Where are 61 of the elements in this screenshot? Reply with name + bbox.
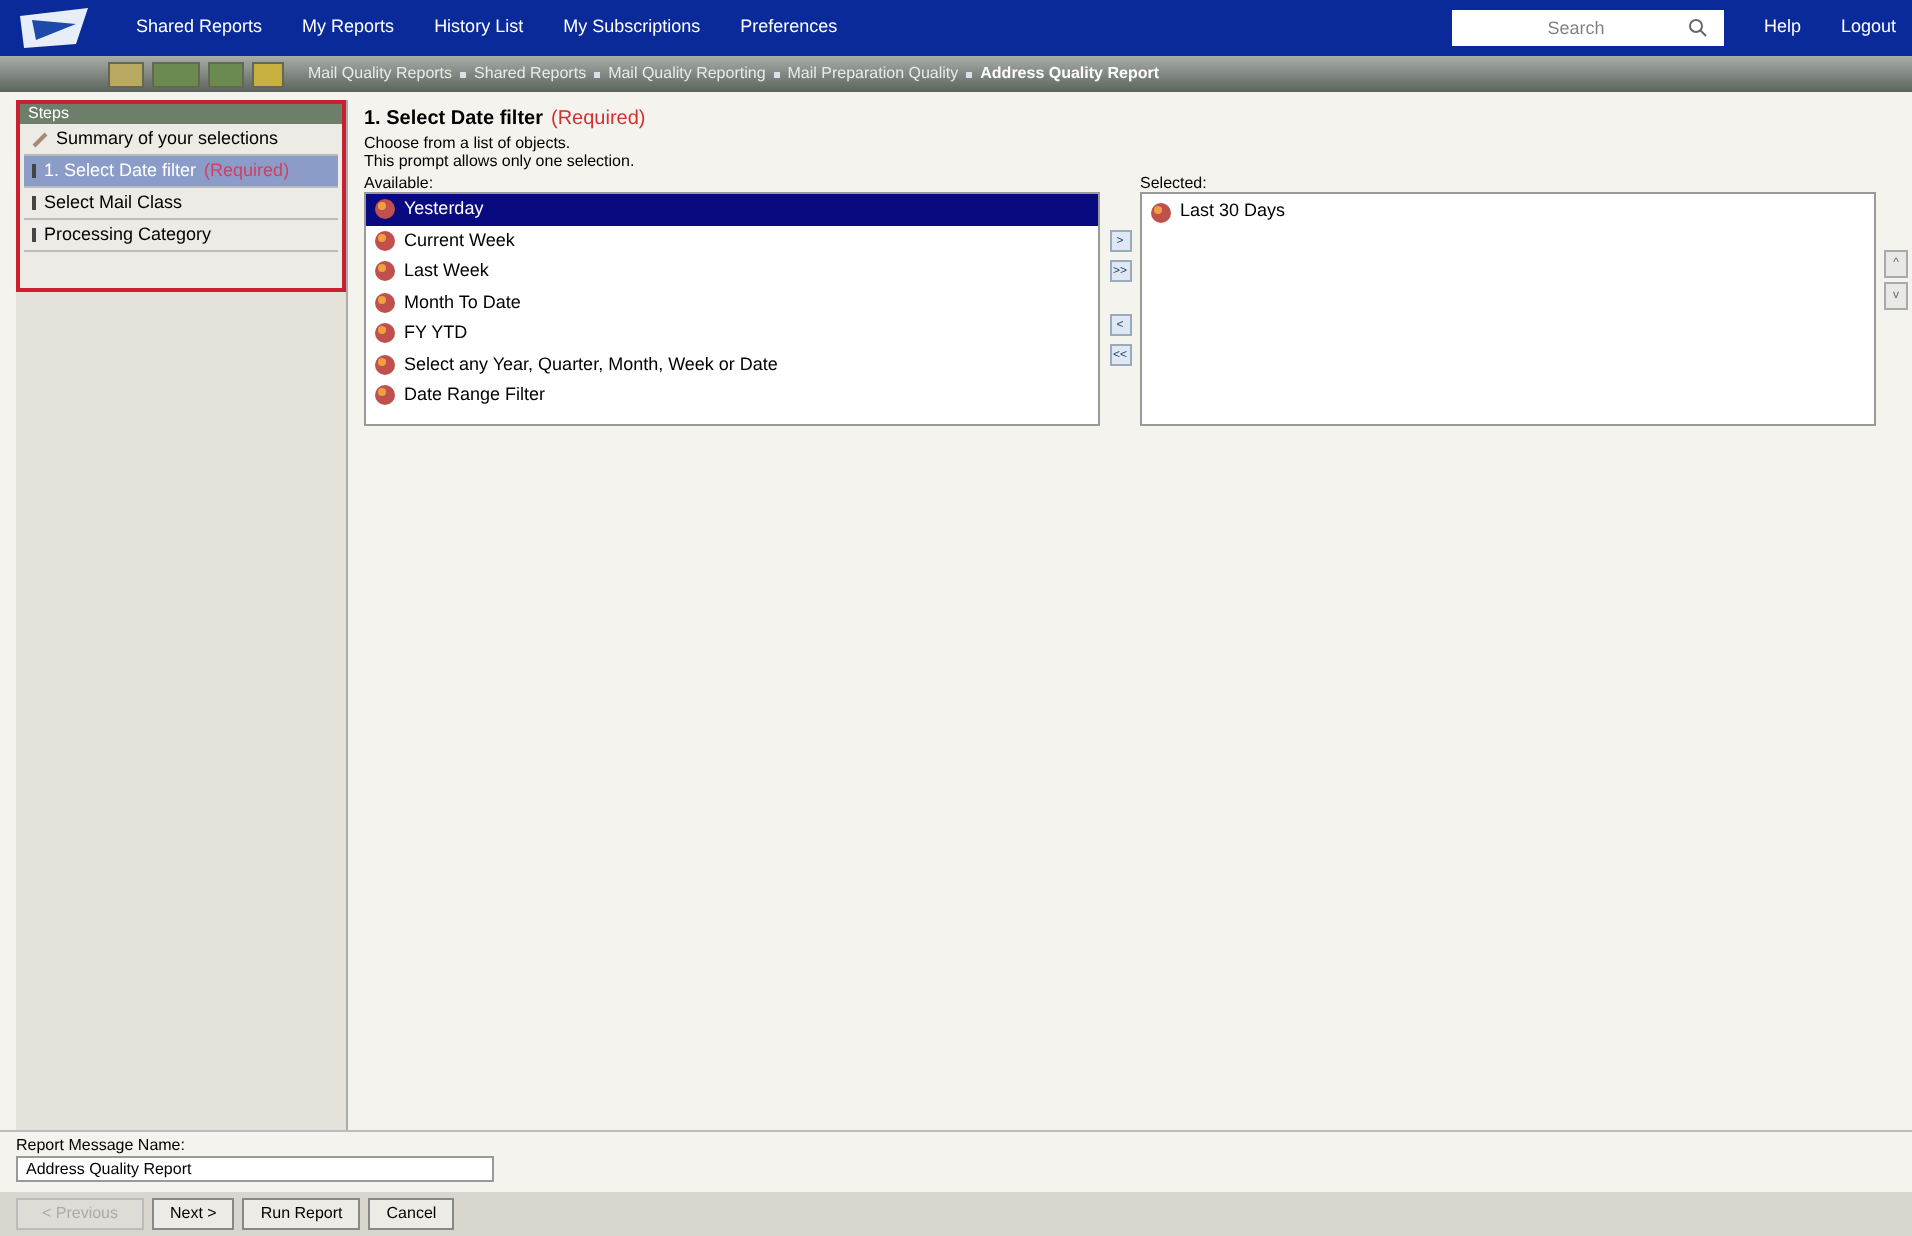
footer-button[interactable]: Next >: [152, 1197, 235, 1230]
separator-icon: [773, 71, 780, 77]
item-label: Select any Year, Quarter, Month, Week or Date: [404, 351, 778, 378]
prompt-description: Choose from a list of objects.: [364, 134, 573, 152]
nav-link[interactable]: Shared Reports: [136, 14, 263, 42]
step-marker-icon: [32, 196, 36, 210]
item-label: Last 30 Days: [1180, 198, 1286, 225]
object-icon: [374, 384, 396, 407]
required-label: (Required): [204, 157, 290, 184]
separator-icon: [594, 71, 601, 77]
required-label: (Required): [550, 106, 646, 134]
step-label: Summary of your selections: [56, 125, 279, 152]
list-item[interactable]: Yesterday: [366, 194, 1098, 225]
separator-icon: [460, 71, 467, 77]
search-field[interactable]: Search: [1451, 10, 1724, 46]
list-item[interactable]: Month To Date: [366, 287, 1098, 318]
list-item[interactable]: Date Range Filter: [366, 380, 1098, 411]
step-item[interactable]: Processing Category: [24, 220, 338, 252]
header-link[interactable]: Help: [1763, 14, 1801, 42]
object-icon: [374, 198, 396, 221]
object-icon: [374, 291, 396, 314]
step-label: Processing Category: [44, 221, 212, 248]
footer-button[interactable]: Cancel: [368, 1197, 455, 1230]
object-icon: [374, 322, 396, 345]
pencil-icon: [32, 131, 48, 147]
list-item[interactable]: FY YTD: [366, 318, 1098, 349]
nav-link[interactable]: My Subscriptions: [563, 14, 701, 42]
item-label: Month To Date: [404, 289, 521, 315]
list-label: Selected:: [1140, 174, 1209, 192]
prompt-title: 1. Select Date filter: [364, 106, 543, 134]
object-icon: [374, 353, 396, 376]
step-item[interactable]: Select Mail Class: [24, 188, 338, 220]
step-marker-icon: [32, 228, 36, 242]
field-label: Report Message Name:: [16, 1136, 187, 1156]
nav-link[interactable]: My Reports: [302, 14, 395, 42]
item-label: FY YTD: [404, 320, 468, 346]
prompt-description: This prompt allows only one selection.: [364, 152, 637, 170]
item-label: Last Week: [404, 258, 489, 284]
search-icon: [1687, 18, 1708, 38]
list-label: Available:: [364, 174, 436, 192]
footer-button[interactable]: Run Report: [242, 1197, 361, 1230]
list-item[interactable]: Current Week: [366, 225, 1098, 256]
list-item[interactable]: Last 30 Days: [1142, 198, 1874, 226]
breadcrumb-link[interactable]: Address Quality Report: [980, 62, 1159, 86]
list-item[interactable]: Select any Year, Quarter, Month, Week or Date: [366, 349, 1098, 380]
object-icon: [1150, 201, 1172, 223]
item-label: Current Week: [404, 227, 515, 253]
item-label: Yesterday: [404, 196, 484, 222]
header-link[interactable]: Logout: [1840, 14, 1896, 42]
object-icon: [374, 260, 396, 283]
step-marker-icon: [32, 164, 36, 178]
panel-title: Steps: [20, 104, 342, 124]
message-name-field[interactable]: Address Quality Report: [16, 1156, 494, 1182]
step-label: 1. Select Date filter: [44, 157, 197, 184]
list-item[interactable]: Last Week: [366, 256, 1098, 287]
nav-link[interactable]: History List: [434, 14, 524, 42]
object-icon: [374, 229, 396, 252]
separator-icon: [966, 71, 973, 77]
step-label: Select Mail Class: [44, 189, 183, 216]
item-label: Date Range Filter: [404, 382, 546, 408]
nav-link[interactable]: Preferences: [740, 14, 838, 42]
